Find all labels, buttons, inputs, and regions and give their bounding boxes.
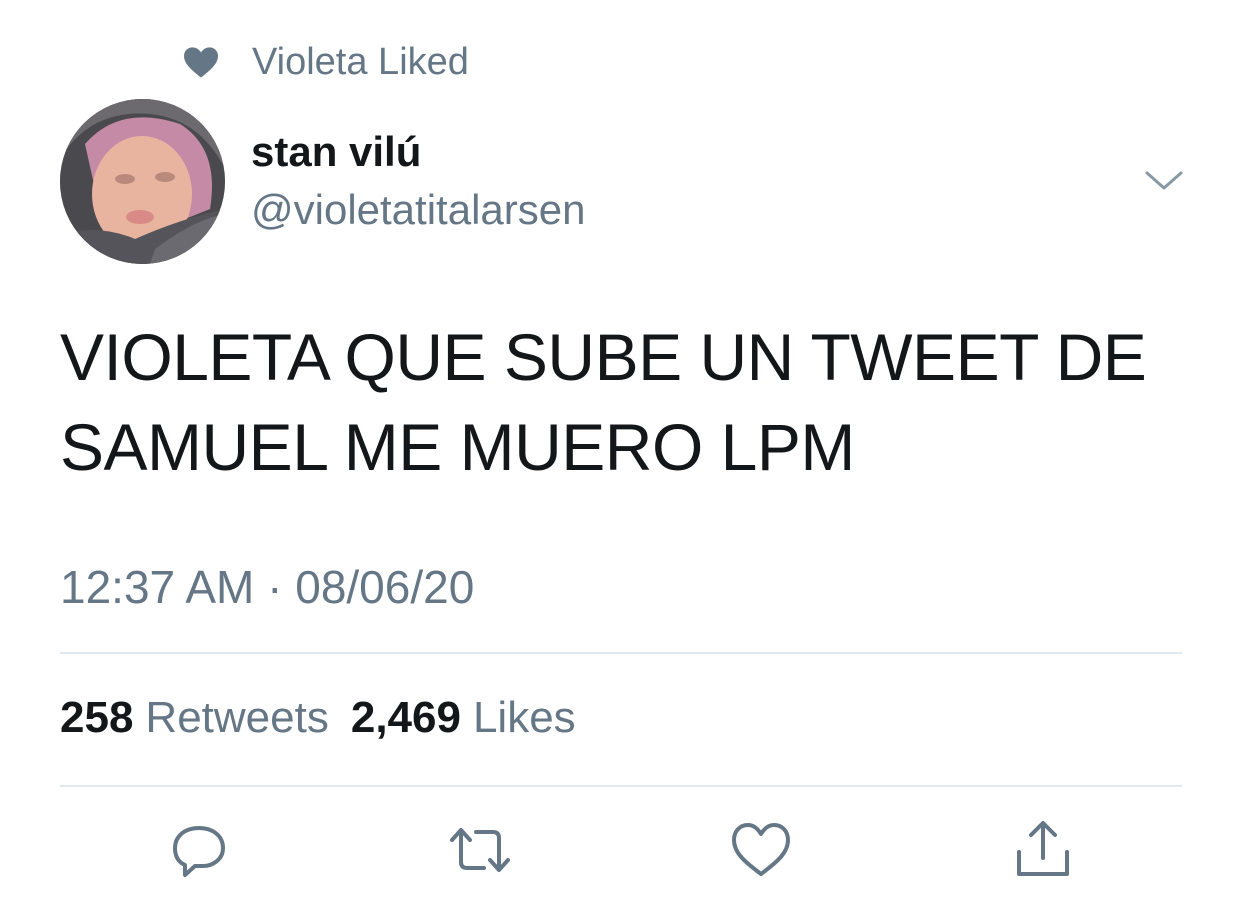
retweet-button[interactable] [448,818,512,882]
social-context[interactable]: Violeta Liked [182,38,469,86]
author-display-name[interactable]: stan vilú [251,128,421,176]
tweet-stats: 258 Retweets 2,469 Likes [60,693,598,743]
heart-outline-icon [732,823,790,876]
avatar-image [60,99,225,264]
avatar[interactable] [60,99,225,264]
tweet-text: VIOLETA QUE SUBE UN TWEET DE SAMUEL ME M… [60,320,1147,484]
social-context-text: Violeta Liked [252,40,469,83]
chevron-down-icon[interactable] [1143,165,1185,195]
heart-icon [184,47,218,78]
tweet-actions [0,818,1242,888]
likes-label[interactable]: Likes [473,693,576,743]
author-handle[interactable]: @violetatitalarsen [251,186,585,234]
share-icon [1017,821,1069,876]
reply-icon [173,826,225,877]
divider [60,785,1182,787]
likes-count[interactable]: 2,469 [351,693,461,743]
tweet-timestamp[interactable]: 12:37 AM · 08/06/20 [60,560,474,614]
divider [60,652,1182,654]
retweet-icon [450,828,510,872]
reply-button[interactable] [167,818,231,882]
share-button[interactable] [1011,818,1075,882]
retweets-label[interactable]: Retweets [145,693,328,743]
retweets-count[interactable]: 258 [60,693,133,743]
like-button[interactable] [729,818,793,882]
